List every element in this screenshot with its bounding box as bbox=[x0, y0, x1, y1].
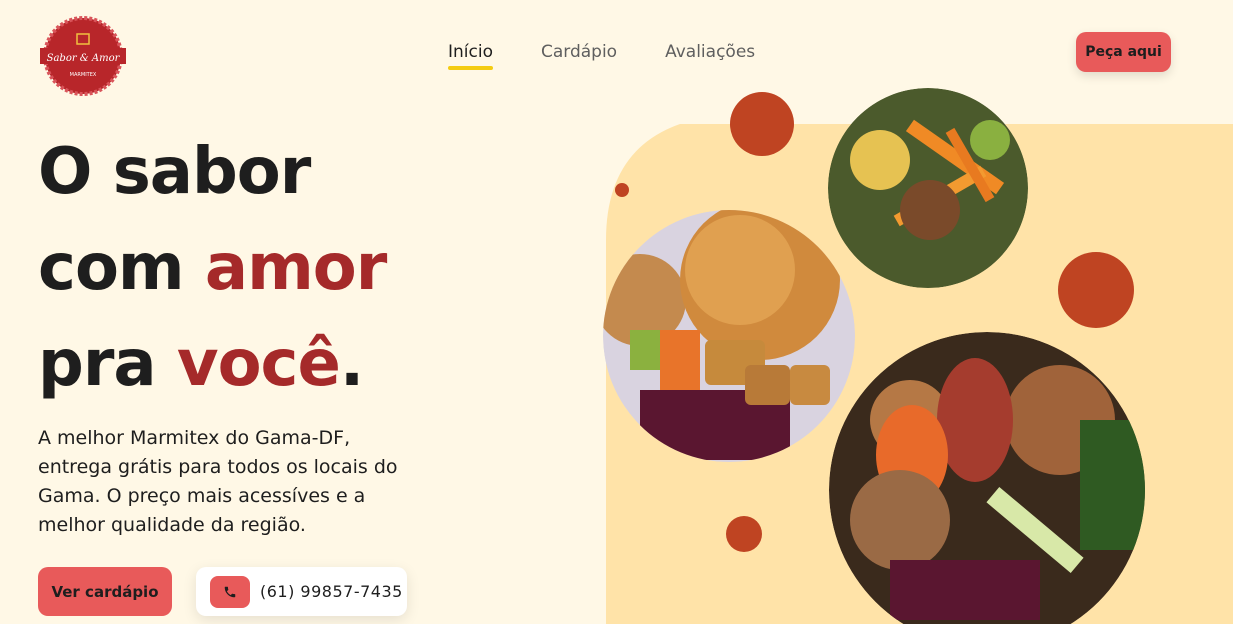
nav-item-avaliacoes[interactable]: Avaliações bbox=[665, 42, 755, 66]
nav-item-inicio[interactable]: Início bbox=[448, 42, 493, 70]
nav-item-cardapio[interactable]: Cardápio bbox=[541, 42, 617, 66]
hero-line-3: pra você. bbox=[38, 316, 386, 412]
hero-line-2-prefix: com bbox=[38, 231, 205, 305]
hero-description: A melhor Marmitex do Gama-DF, entrega gr… bbox=[38, 427, 398, 536]
view-menu-button[interactable]: Ver cardápio bbox=[38, 567, 172, 616]
hero-line-2: com amor bbox=[38, 220, 387, 316]
deco-dot bbox=[1058, 252, 1134, 328]
phone-contact[interactable]: (61) 99857-7435 bbox=[196, 567, 407, 616]
hero-accent-amor: amor bbox=[204, 231, 387, 305]
hero-line-3-prefix: pra bbox=[38, 327, 177, 401]
hero-line-1: O sabor bbox=[38, 135, 311, 209]
hero-title: O sabor com amor pra você. bbox=[38, 124, 387, 412]
phone-icon bbox=[210, 575, 250, 608]
order-button[interactable]: Peça aqui bbox=[1076, 32, 1171, 72]
deco-dot bbox=[615, 183, 629, 197]
phone-number: (61) 99857-7435 bbox=[260, 582, 403, 601]
logo[interactable]: Sabor & Amor MARMITEX bbox=[38, 16, 128, 96]
main-nav: Início Cardápio Avaliações bbox=[448, 42, 755, 70]
logo-sub: MARMITEX bbox=[70, 72, 97, 78]
hero-line-3-suffix: . bbox=[339, 327, 364, 401]
deco-dot bbox=[726, 516, 762, 552]
deco-dot bbox=[730, 92, 794, 156]
hero-accent-voce: você bbox=[176, 327, 341, 401]
logo-name: Sabor & Amor bbox=[47, 53, 121, 64]
food-plate-vegetables bbox=[828, 88, 1028, 288]
